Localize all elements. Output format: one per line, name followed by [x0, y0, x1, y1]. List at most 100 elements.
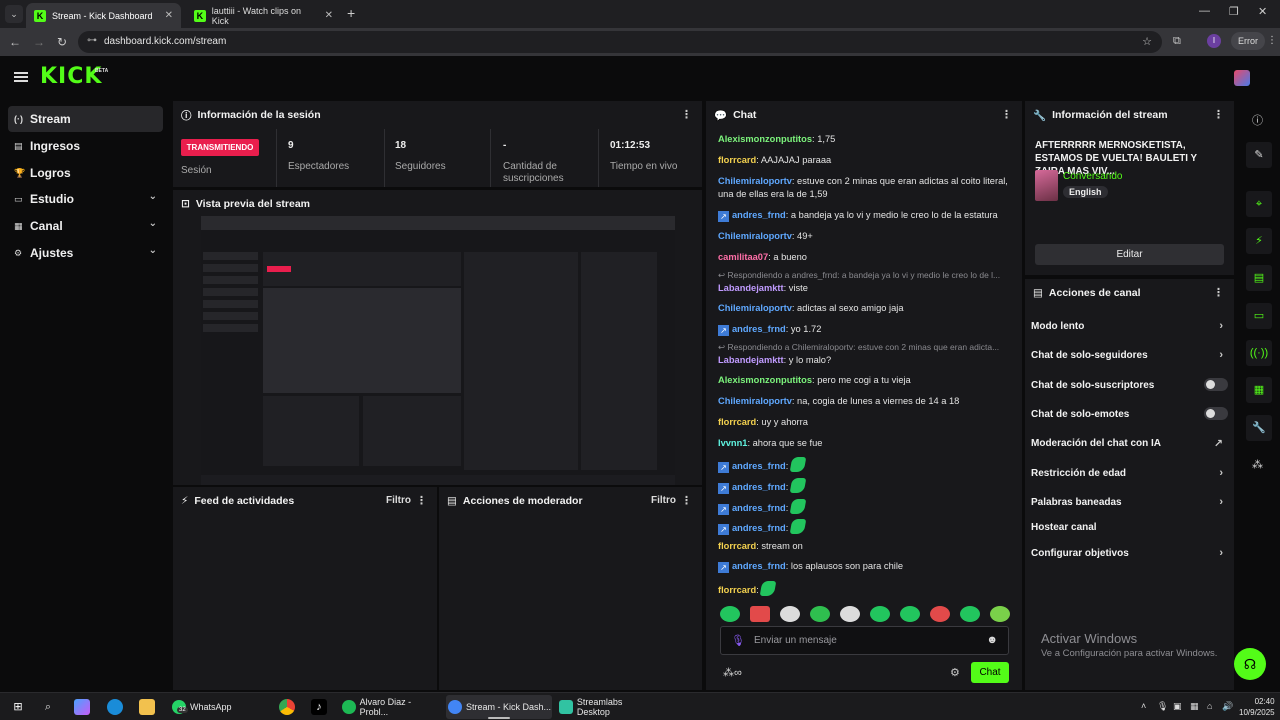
subscribers-only-toggle[interactable] [1204, 378, 1228, 391]
sidebar-item-canal[interactable]: ▦ Canal ⌄ [8, 213, 163, 239]
forward-icon[interactable]: → [33, 35, 45, 49]
sidebar-item-ajustes[interactable]: ⚙ Ajustes ⌄ [8, 240, 163, 266]
stream-preview-video[interactable] [201, 216, 675, 485]
broadcast-icon[interactable]: ((·)) [1246, 340, 1272, 366]
clip-icon[interactable]: ⌖ [1246, 191, 1272, 217]
support-headset-icon[interactable]: ☊ [1234, 648, 1266, 680]
taskbar-app-chrome-active[interactable]: Stream - Kick Dash... [446, 695, 552, 719]
error-button[interactable]: Error [1231, 32, 1265, 50]
taskbar-app-spotify[interactable]: Alvaro Diaz - Probl... [340, 695, 440, 719]
reload-icon[interactable]: ↻ [57, 35, 67, 49]
action-followers-only[interactable]: Chat de solo-seguidores › [1031, 349, 1229, 361]
edit-stream-button[interactable]: Editar [1035, 244, 1224, 265]
file-explorer-icon[interactable] [139, 699, 155, 715]
chevron-down-icon[interactable]: ⌄ [149, 245, 157, 256]
emote-icon[interactable] [840, 606, 860, 622]
microphone-icon[interactable]: 🎙 [1157, 701, 1168, 712]
restore-icon[interactable]: ❐ [1229, 5, 1239, 18]
reply-context[interactable]: ↩ Respondiendo a Chilemiraloportv: estuv… [718, 341, 1008, 354]
kick-points-icon[interactable]: ⁂∞ [723, 666, 742, 679]
minimize-icon[interactable]: — [1199, 5, 1210, 17]
kebab-menu-icon[interactable]: ⋮ [1001, 108, 1012, 121]
emote-icon[interactable] [900, 606, 920, 622]
tray-app-icon[interactable]: ▦ [1190, 701, 1199, 712]
chat-bubble-icon[interactable]: ▭ [1246, 303, 1272, 329]
back-icon[interactable]: ← [9, 35, 21, 49]
filter-button[interactable]: Filtro [651, 495, 676, 506]
action-configure-goals[interactable]: Configurar objetivos › [1031, 547, 1229, 559]
extensions-icon[interactable]: ⧉ [1173, 35, 1181, 48]
kebab-menu-icon[interactable]: ⋮ [1213, 108, 1224, 121]
emote-icon[interactable] [720, 606, 740, 622]
emote-icon[interactable] [990, 606, 1010, 622]
url-field[interactable]: ⊶ dashboard.kick.com/stream ☆ [78, 31, 1162, 53]
browser-menu-icon[interactable]: ⋮ [1267, 35, 1277, 46]
chat-settings-gear-icon[interactable]: ⚙ [950, 666, 960, 679]
filter-button[interactable]: Filtro [386, 495, 411, 506]
profile-avatar[interactable]: I [1207, 34, 1221, 48]
action-ai-moderation[interactable]: Moderación del chat con IA ↗ [1031, 438, 1229, 450]
chat-message-input[interactable]: 🎙 Enviar un mensaje ☻ [720, 626, 1009, 655]
windows-activation-subtitle: Ve a Configuración para activar Windows. [1041, 648, 1218, 659]
action-banned-words[interactable]: Palabras baneadas › [1031, 496, 1229, 508]
wrench-icon[interactable]: 🔧 [1246, 415, 1272, 441]
sidebar-item-logros[interactable]: 🏆 Logros [8, 160, 163, 186]
chrome-icon[interactable] [279, 699, 295, 715]
clipboard-icon[interactable]: ▤ [1246, 265, 1272, 291]
tiktok-icon[interactable]: ♪ [311, 699, 327, 715]
close-icon[interactable]: ✕ [165, 10, 173, 21]
new-tab-button[interactable]: + [347, 5, 355, 21]
sidebar-item-estudio[interactable]: ▭ Estudio ⌄ [8, 186, 163, 212]
layout-icon[interactable]: ▦ [1246, 377, 1272, 403]
emote-icon[interactable] [870, 606, 890, 622]
network-icon[interactable]: ⌂ [1207, 701, 1212, 711]
emote-icon[interactable] [810, 606, 830, 622]
bolt-icon[interactable]: ⚡ [1246, 228, 1272, 254]
tray-overflow-icon[interactable]: ˄ [1141, 701, 1146, 711]
kebab-menu-icon[interactable]: ⋮ [681, 108, 692, 121]
action-slow-mode[interactable]: Modo lento › [1031, 320, 1229, 332]
action-host-channel[interactable]: Hostear canal [1031, 522, 1229, 533]
site-info-icon[interactable]: ⊶ [87, 35, 97, 46]
stream-category[interactable]: Conversando [1063, 171, 1122, 182]
user-avatar[interactable] [1234, 70, 1250, 86]
taskbar-app-streamlabs[interactable]: Streamlabs Desktop [557, 695, 657, 719]
sidebar-item-ingresos[interactable]: ▤ Ingresos [8, 133, 163, 159]
emotes-only-toggle[interactable] [1204, 407, 1228, 420]
edit-pencil-icon[interactable]: ✎ [1246, 142, 1272, 168]
kebab-menu-icon[interactable]: ⋮ [1213, 286, 1224, 299]
send-chat-button[interactable]: Chat [971, 662, 1009, 683]
tray-app-icon[interactable]: ▣ [1173, 701, 1182, 712]
hamburger-menu-icon[interactable] [14, 72, 28, 82]
kick-logo[interactable]: KICK [40, 64, 102, 89]
emote-icon[interactable] [960, 606, 980, 622]
taskbar-app-whatsapp[interactable]: 32 WhatsApp [170, 695, 274, 719]
emoji-picker-icon[interactable]: ☻ [986, 634, 998, 646]
chevron-down-icon[interactable]: ⌄ [149, 218, 157, 229]
chevron-down-icon[interactable]: ⌄ [149, 191, 157, 202]
browser-tab[interactable]: K lauttiii - Watch clips on Kick ✕ [186, 3, 341, 28]
action-age-restriction[interactable]: Restricción de edad › [1031, 467, 1229, 479]
reply-context[interactable]: ↩ Respondiendo a andres_frnd: a bandeja … [718, 269, 1008, 282]
volume-icon[interactable]: 🔊 [1222, 701, 1233, 712]
emote-icon[interactable] [780, 606, 800, 622]
sidebar-item-stream[interactable]: (·) Stream [8, 106, 163, 132]
kebab-menu-icon[interactable]: ⋮ [681, 494, 692, 507]
tab-title: Stream - Kick Dashboard [52, 10, 153, 21]
emote-icon[interactable] [750, 606, 770, 622]
kick-points-icon[interactable]: ⁂ [1252, 458, 1263, 471]
close-icon[interactable]: ✕ [325, 10, 333, 21]
emote-icon[interactable] [930, 606, 950, 622]
info-icon[interactable]: ⓘ [1252, 112, 1263, 128]
windows-start-icon[interactable]: ⊞ [10, 699, 26, 715]
microphone-icon[interactable]: 🎙 [731, 634, 745, 647]
kebab-menu-icon[interactable]: ⋮ [416, 494, 427, 507]
browser-tab-active[interactable]: K Stream - Kick Dashboard ✕ [26, 3, 181, 28]
copilot-icon[interactable] [74, 699, 90, 715]
tab-search-button[interactable]: ⌄ [5, 5, 23, 23]
bookmark-star-icon[interactable]: ☆ [1142, 35, 1152, 48]
edge-icon[interactable] [107, 699, 123, 715]
close-window-icon[interactable]: ✕ [1258, 5, 1267, 18]
search-icon[interactable]: ⌕ [40, 699, 56, 715]
system-clock[interactable]: 02:40 10/9/2025 [1239, 696, 1275, 718]
